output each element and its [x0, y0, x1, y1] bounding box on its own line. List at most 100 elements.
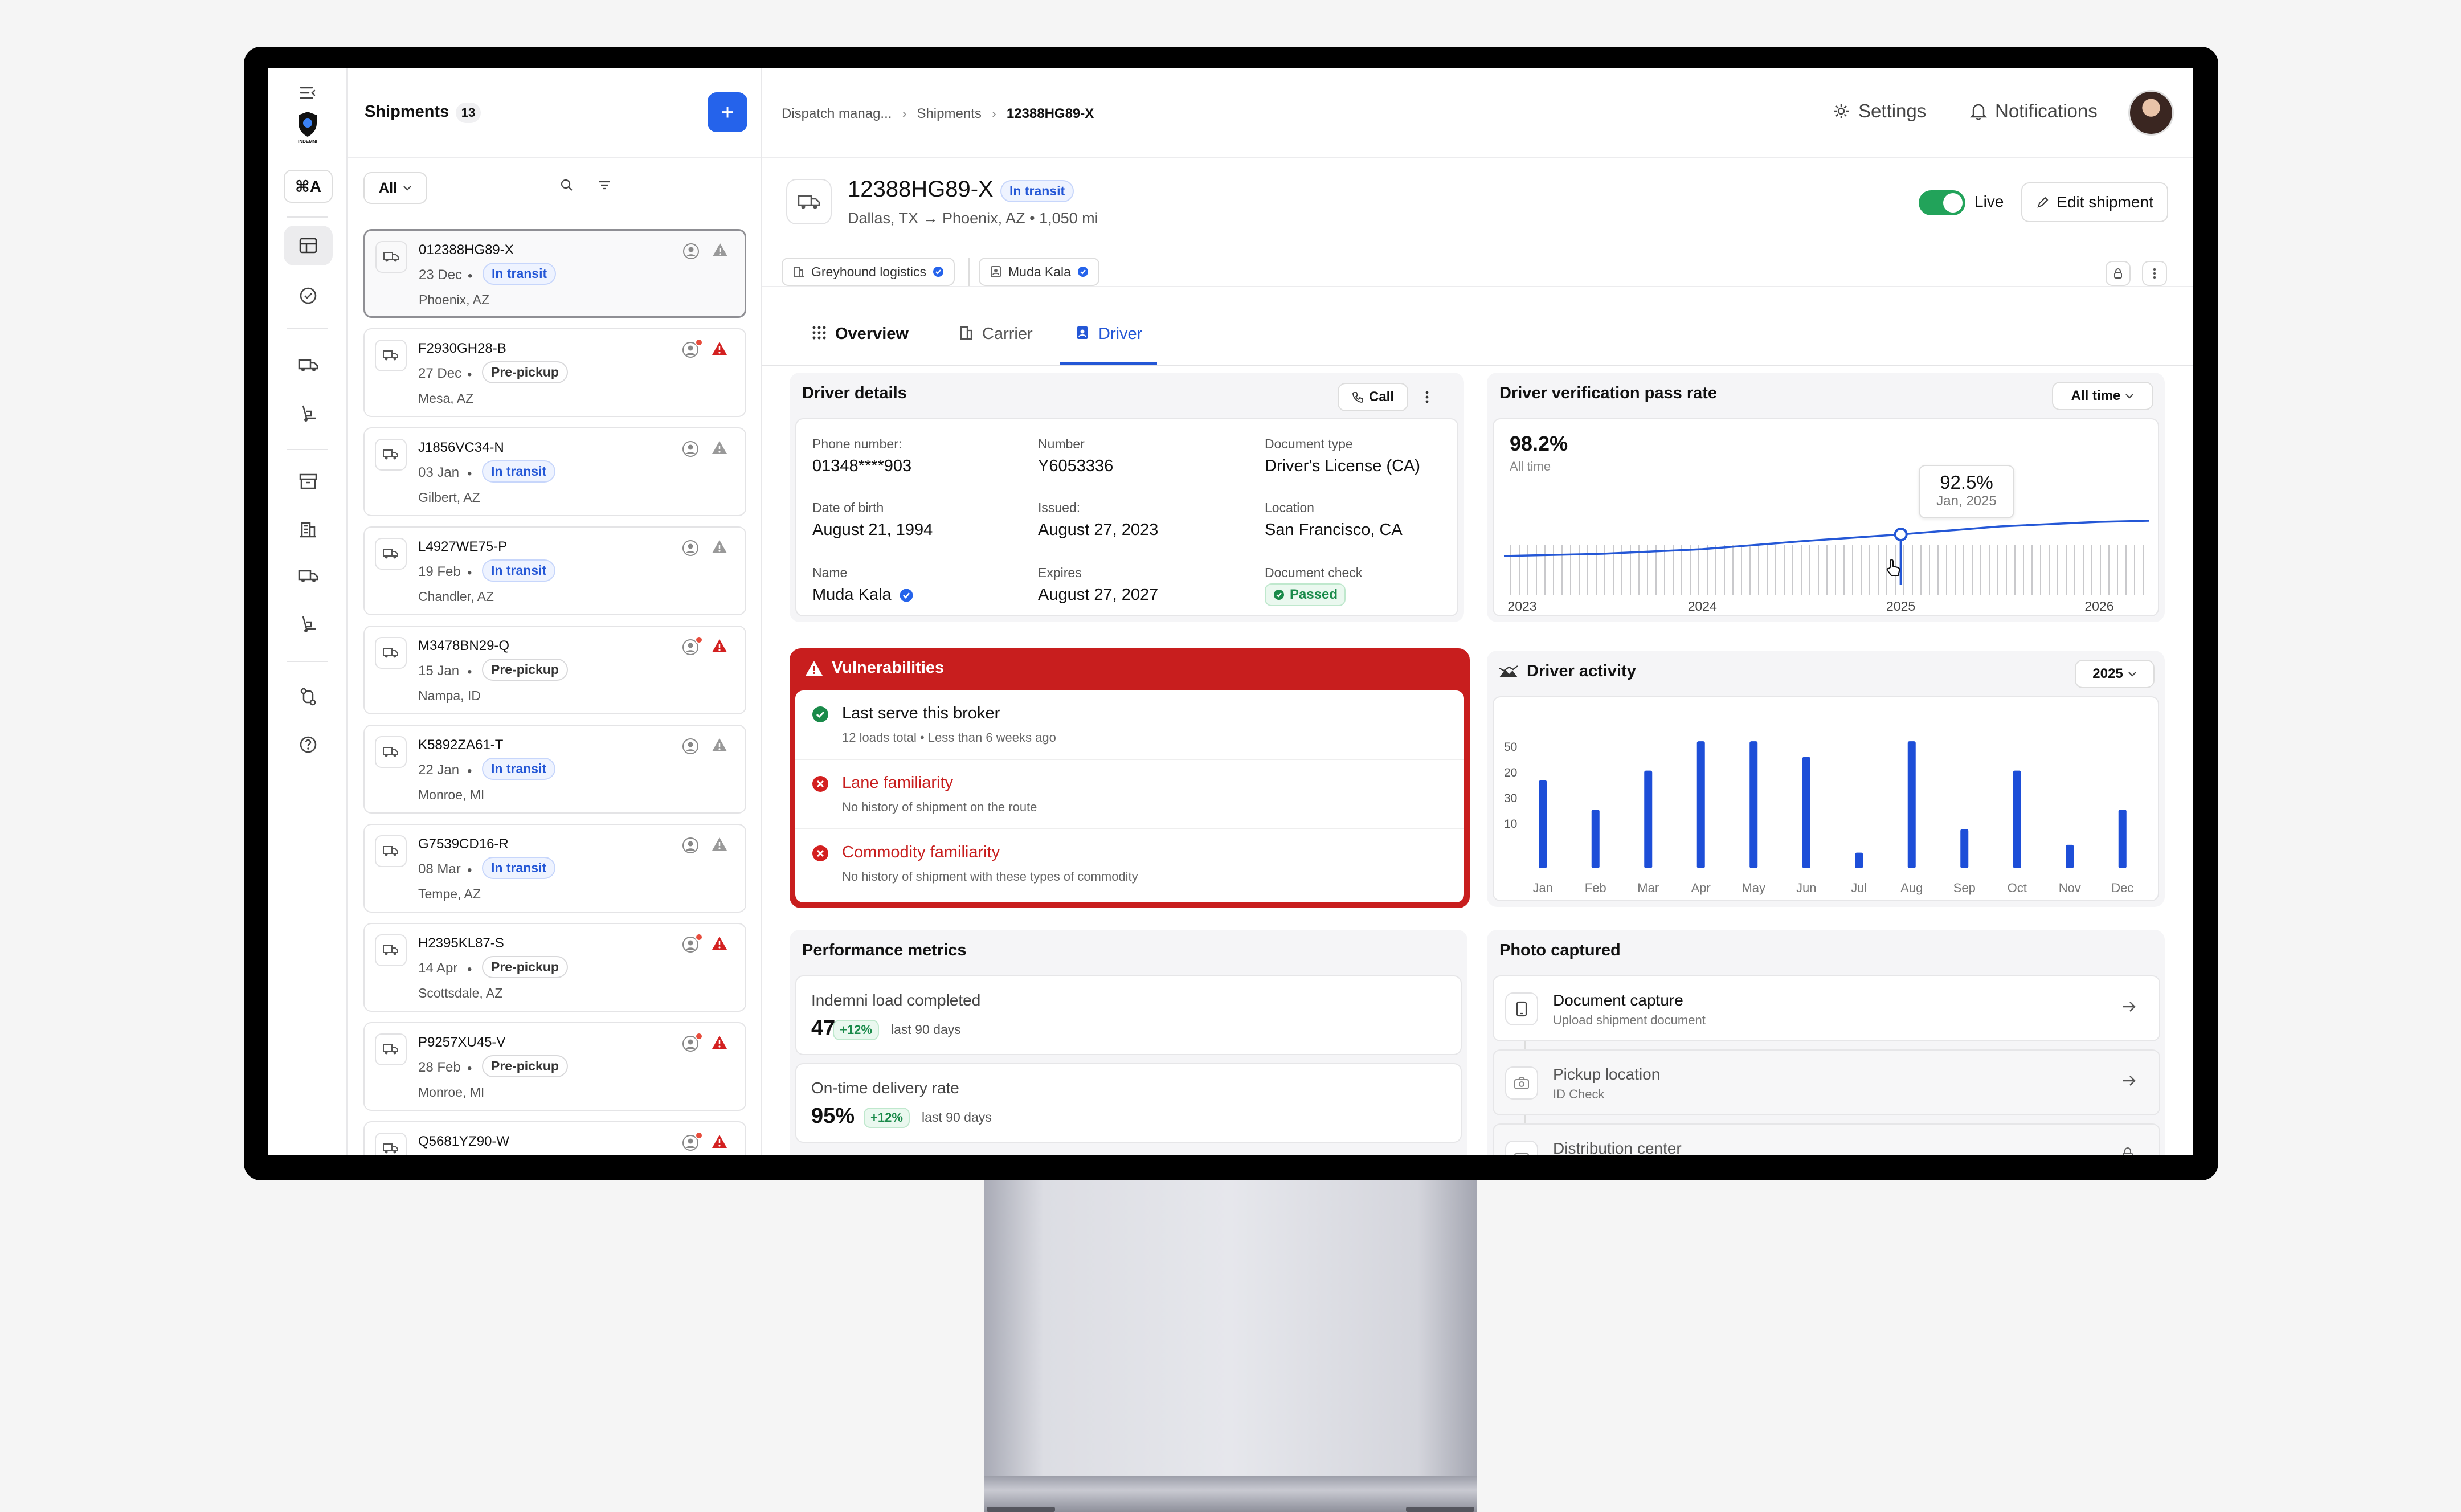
shipment-card[interactable]: Q5681YZ90-W	[363, 1121, 746, 1155]
chart-bar[interactable]	[1591, 810, 1600, 868]
truck-icon	[375, 835, 407, 867]
rail-truck-icon[interactable]	[284, 345, 333, 385]
truck-icon	[375, 340, 407, 371]
photo-document-capture[interactable]: Document capture Upload shipment documen…	[1493, 975, 2160, 1041]
notifications-button[interactable]: Notifications	[1970, 100, 2098, 122]
tab-overview[interactable]: Overview	[811, 325, 909, 365]
chart-bar[interactable]	[2118, 810, 2127, 868]
shipment-card[interactable]: L4927WE75-P 19 Feb • In transit Chandler, AZ	[363, 526, 746, 615]
shipment-location: Chandler, AZ	[418, 589, 494, 604]
building-icon	[960, 326, 972, 340]
rail-dashboard-icon[interactable]	[284, 226, 333, 265]
tooltip-date: Jan, 2025	[1936, 493, 1997, 509]
arrow-right-icon[interactable]	[2120, 998, 2137, 1019]
shipment-card[interactable]: J1856VC34-N 03 Jan • In transit Gilbert, AZ	[363, 427, 746, 516]
shipment-date: 19 Feb	[418, 564, 461, 579]
shipment-status-badge: In transit	[483, 263, 557, 285]
live-toggle[interactable]	[1919, 190, 1965, 215]
truck-icon	[375, 538, 407, 570]
driver-details-card: Phone number: 01348****903 Number Y60533…	[795, 418, 1458, 616]
more-options-icon[interactable]	[2142, 261, 2167, 286]
shipment-card[interactable]: K5892ZA61-T 22 Jan • In transit Monroe, MI	[363, 725, 746, 814]
shipment-location: Tempe, AZ	[418, 886, 481, 901]
verified-icon	[1077, 267, 1088, 277]
chart-bar[interactable]	[1644, 770, 1653, 868]
pencil-icon	[2037, 197, 2049, 208]
photo-pickup-location[interactable]: Pickup location ID Check	[1493, 1049, 2160, 1115]
shipment-card[interactable]: P9257XU45-V 28 Feb • Pre-pickup Monroe, MI	[363, 1022, 746, 1111]
rail-dolly-icon[interactable]	[284, 393, 333, 433]
doccheck-value: Passed	[1290, 587, 1338, 602]
add-shipment-button[interactable]: +	[708, 92, 747, 132]
rail-route-icon[interactable]	[284, 677, 333, 717]
performance-panel: Performance metrics Indemni load complet…	[790, 930, 1467, 1155]
expires-label: Expires	[1038, 565, 1082, 580]
chip-divider	[968, 258, 970, 286]
name-value-row: Muda Kala	[812, 586, 914, 604]
chart-bar[interactable]	[2013, 770, 2021, 868]
shipment-card[interactable]: M3478BN29-Q 15 Jan • Pre-pickup Nampa, ID	[363, 626, 746, 714]
separator-dot: •	[467, 664, 472, 680]
chart-bar[interactable]	[1539, 780, 1547, 868]
truck-icon	[375, 439, 407, 471]
chevron-down-icon	[2125, 394, 2134, 399]
chart-bar[interactable]	[1855, 852, 1863, 868]
rail-truck-alt-icon[interactable]	[284, 556, 333, 596]
alert-dot	[695, 636, 703, 644]
chart-bar[interactable]	[2066, 844, 2074, 868]
chart-x-tick-label: Sep	[1953, 881, 1976, 895]
shipment-card[interactable]: 012388HG89-X 23 Dec • In transit Phoenix, AZ	[363, 229, 746, 318]
app-screen: INDEMNI ⌘A Shipments 13 + All 012388HG89…	[268, 68, 2193, 1155]
chart-bar[interactable]	[1907, 741, 1916, 868]
rail-dolly-alt-icon[interactable]	[284, 604, 333, 644]
arrow-right-icon[interactable]	[2120, 1072, 2137, 1093]
location-label: Location	[1265, 500, 1314, 515]
vulnerability-subtitle: No history of shipment with these types …	[842, 869, 1138, 884]
filter-lines-icon[interactable]	[596, 177, 613, 198]
breadcrumb-dispatch[interactable]: Dispatch manag...	[782, 106, 892, 122]
building-icon	[794, 267, 804, 277]
chart-bar[interactable]	[1696, 741, 1705, 868]
separator-dot: •	[467, 466, 472, 481]
edit-shipment-button[interactable]: Edit shipment	[2021, 182, 2168, 222]
time-range-dropdown[interactable]: All time	[2052, 382, 2153, 410]
search-icon[interactable]	[558, 177, 575, 198]
chart-bar[interactable]	[1960, 829, 1969, 868]
chart-x-tick-label: Nov	[2059, 881, 2081, 895]
driver-chip[interactable]: Muda Kala	[979, 258, 1099, 286]
rail-archive-icon[interactable]	[284, 461, 333, 501]
breadcrumb-shipments[interactable]: Shipments	[917, 106, 981, 122]
tab-carrier[interactable]: Carrier	[958, 325, 1033, 365]
shipment-status-badge: In transit	[482, 758, 556, 780]
chart-highlight-point[interactable]	[1894, 528, 1908, 541]
chart-y-tick-label: 10	[1504, 818, 1517, 831]
verification-line-chart: 2023 2024 2025 2026	[1503, 520, 2149, 614]
chart-y-tick-label: 20	[1504, 766, 1517, 779]
status-filter-dropdown[interactable]: All	[363, 172, 427, 204]
verification-chart-card: 98.2% All time 2023 2024 2025 2026 92.5% Ja…	[1493, 418, 2159, 616]
shipment-card[interactable]: G7539CD16-R 08 Mar • In transit Tempe, AZ	[363, 824, 746, 913]
command-shortcut-button[interactable]: ⌘A	[284, 170, 333, 203]
year-dropdown[interactable]: 2025	[2075, 660, 2155, 688]
photo-distribution-center[interactable]: Distribution center	[1493, 1123, 2160, 1155]
chart-tooltip: 92.5% Jan, 2025	[1919, 465, 2014, 518]
tab-driver[interactable]: Driver	[1060, 325, 1158, 365]
user-avatar[interactable]	[2128, 90, 2174, 136]
more-options-icon[interactable]	[1418, 383, 1436, 411]
id-badge-icon	[991, 266, 1001, 277]
chart-bar[interactable]	[1749, 741, 1758, 868]
year-value: 2025	[2092, 666, 2123, 681]
shipment-card[interactable]: H2395KL87-S 14 Apr • Pre-pickup Scottsdale, …	[363, 923, 746, 1012]
rail-building-icon[interactable]	[284, 509, 333, 549]
shipment-card[interactable]: F2930GH28-B 27 Dec • Pre-pickup Mesa, AZ	[363, 328, 746, 417]
lock-icon[interactable]	[2106, 261, 2131, 286]
rail-check-icon[interactable]	[284, 276, 333, 316]
carrier-chip[interactable]: Greyhound logistics	[782, 258, 955, 286]
rail-help-icon[interactable]	[284, 725, 333, 765]
warning-icon	[711, 935, 728, 955]
shipment-detail: Dispatch manag... › Shipments › 12388HG8…	[762, 68, 2193, 1155]
settings-button[interactable]: Settings	[1832, 100, 1926, 122]
collapse-menu-icon[interactable]	[284, 80, 333, 106]
chart-bar[interactable]	[1802, 757, 1810, 868]
call-button[interactable]: Call	[1338, 383, 1408, 411]
